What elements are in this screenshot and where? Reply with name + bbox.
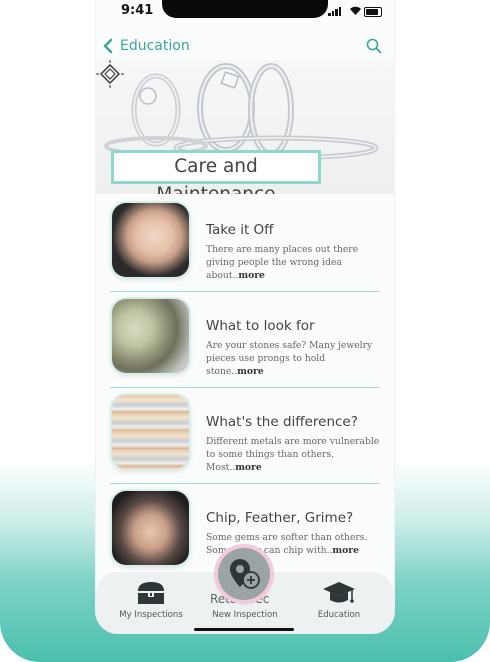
article-title: Chip, Feather, Grime? — [206, 510, 354, 526]
back-link[interactable]: Education — [120, 38, 190, 54]
tab-label: New Inspection — [212, 610, 278, 620]
article-thumbnail — [112, 491, 189, 565]
location-add-icon — [230, 559, 260, 589]
more-link[interactable]: more — [235, 462, 262, 473]
article-excerpt: There are many places out there giving p… — [206, 244, 359, 281]
article-thumbnail — [112, 299, 189, 373]
list-item[interactable]: What to look for Are your stones safe? M… — [110, 292, 380, 388]
page-title: Care and Maintenance — [111, 150, 321, 194]
hero-banner: Care and Maintenance — [96, 60, 394, 194]
article-excerpt: Different metals are more vulnerable to … — [206, 436, 380, 473]
list-item[interactable]: What's the difference? Different metals … — [110, 388, 380, 484]
article-thumbnail — [112, 395, 189, 469]
device-notch — [162, 0, 328, 18]
article-title: What to look for — [206, 318, 315, 334]
article-excerpt: Are your stones safe? Many jewelry piece… — [206, 340, 373, 377]
tab-label: Education — [317, 610, 361, 620]
chevron-left-icon[interactable] — [102, 38, 114, 54]
signal-icon — [328, 7, 341, 16]
status-bar: 9:41 — [96, 0, 394, 26]
more-link[interactable]: more — [332, 545, 359, 556]
list-item[interactable]: Take it Off There are many places out th… — [110, 196, 380, 292]
tab-my-inspections[interactable]: My Inspections — [106, 580, 196, 620]
diamond-icon — [96, 60, 124, 88]
home-indicator — [194, 628, 294, 631]
treasure-chest-icon — [138, 582, 164, 604]
search-icon[interactable] — [366, 38, 382, 54]
article-list: Take it Off There are many places out th… — [110, 196, 380, 579]
article-title: What's the difference? — [206, 414, 358, 430]
wifi-icon — [350, 6, 361, 15]
article-title: Take it Off — [206, 222, 274, 238]
battery-icon — [364, 7, 382, 17]
status-time: 9:41 — [121, 3, 154, 18]
graduation-cap-icon — [323, 582, 355, 603]
phone-screen: 9:41 Education Care and Take it Off Ther… — [96, 0, 394, 633]
tab-label: My Inspections — [119, 610, 183, 620]
top-nav: Education — [96, 34, 394, 60]
new-inspection-button[interactable] — [218, 548, 270, 600]
tab-education[interactable]: Education — [294, 580, 384, 620]
more-link[interactable]: more — [238, 270, 265, 281]
more-link[interactable]: more — [237, 366, 264, 377]
article-thumbnail — [112, 203, 189, 277]
